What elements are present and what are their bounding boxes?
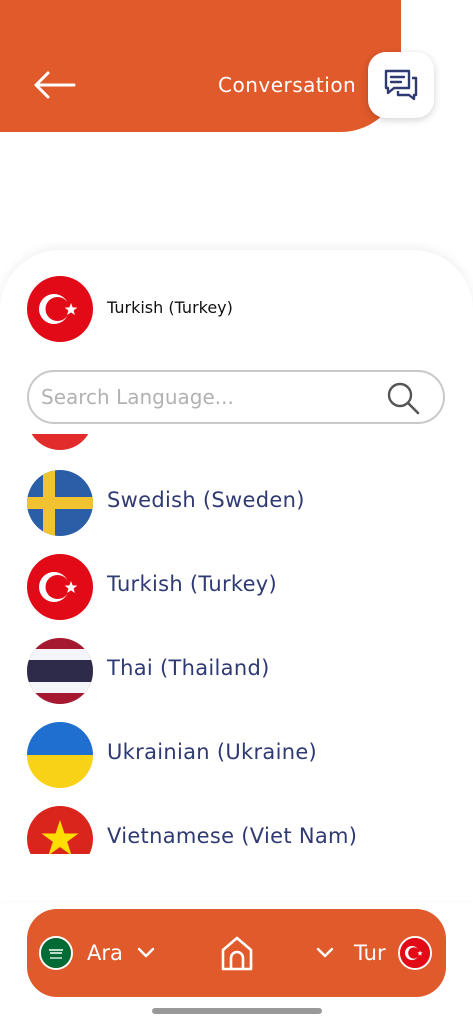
language-label: Turkish (Turkey) [107,572,278,596]
flag-icon [27,434,93,450]
language-picker-sheet: Turkish (Turkey) Swedi [0,250,473,900]
language-label: Vietnamese (Viet Nam) [107,824,358,848]
search-input[interactable] [41,380,371,414]
language-label: Thai (Thailand) [107,656,270,680]
language-label: Swedish (Sweden) [107,488,305,512]
list-item[interactable]: Swedish (Sweden) [0,470,473,536]
source-language-label: Ara [87,941,123,965]
home-button[interactable] [217,933,257,973]
home-icon [221,936,253,971]
list-item[interactable]: Vietnamese (Viet Nam) [0,806,473,854]
language-label: Ukrainian (Ukraine) [107,740,318,764]
turkey-flag-icon [398,936,432,970]
target-language-selector[interactable]: Tur [312,935,436,971]
chevron-down-icon [316,947,334,958]
sweden-flag-icon [27,470,93,536]
source-language-selector[interactable]: Ara [39,935,159,971]
selected-language-label: Turkish (Turkey) [107,298,233,317]
list-item[interactable]: Turkish (Turkey) [0,554,473,620]
list-item[interactable]: Thai (Thailand) [0,638,473,704]
chat-bubbles-icon [384,69,418,101]
turkey-flag-icon [27,554,93,620]
thailand-flag-icon [27,638,93,704]
list-item[interactable]: Ukrainian (Ukraine) [0,722,473,788]
vietnam-flag-icon [27,806,93,854]
ukraine-flag-icon [27,722,93,788]
search-box [27,370,445,424]
list-item[interactable] [0,434,473,450]
selected-language[interactable]: Turkish (Turkey) [0,276,473,342]
chat-button[interactable] [368,52,434,118]
home-indicator [152,1008,322,1014]
language-list[interactable]: Swedish (Sweden) Turkish (Turkey) Thai (… [0,434,473,854]
back-button[interactable] [30,68,80,102]
target-language-label: Tur [354,941,386,965]
page-title: Conversation [218,73,357,97]
header: Conversation [0,0,401,132]
arrow-left-icon [34,71,76,99]
turkey-flag-icon [27,276,93,342]
chevron-down-icon [137,947,155,958]
saudi-arabia-flag-icon [39,936,73,970]
search-icon[interactable] [385,380,421,416]
bottom-bar: Ara Tur [27,909,446,997]
